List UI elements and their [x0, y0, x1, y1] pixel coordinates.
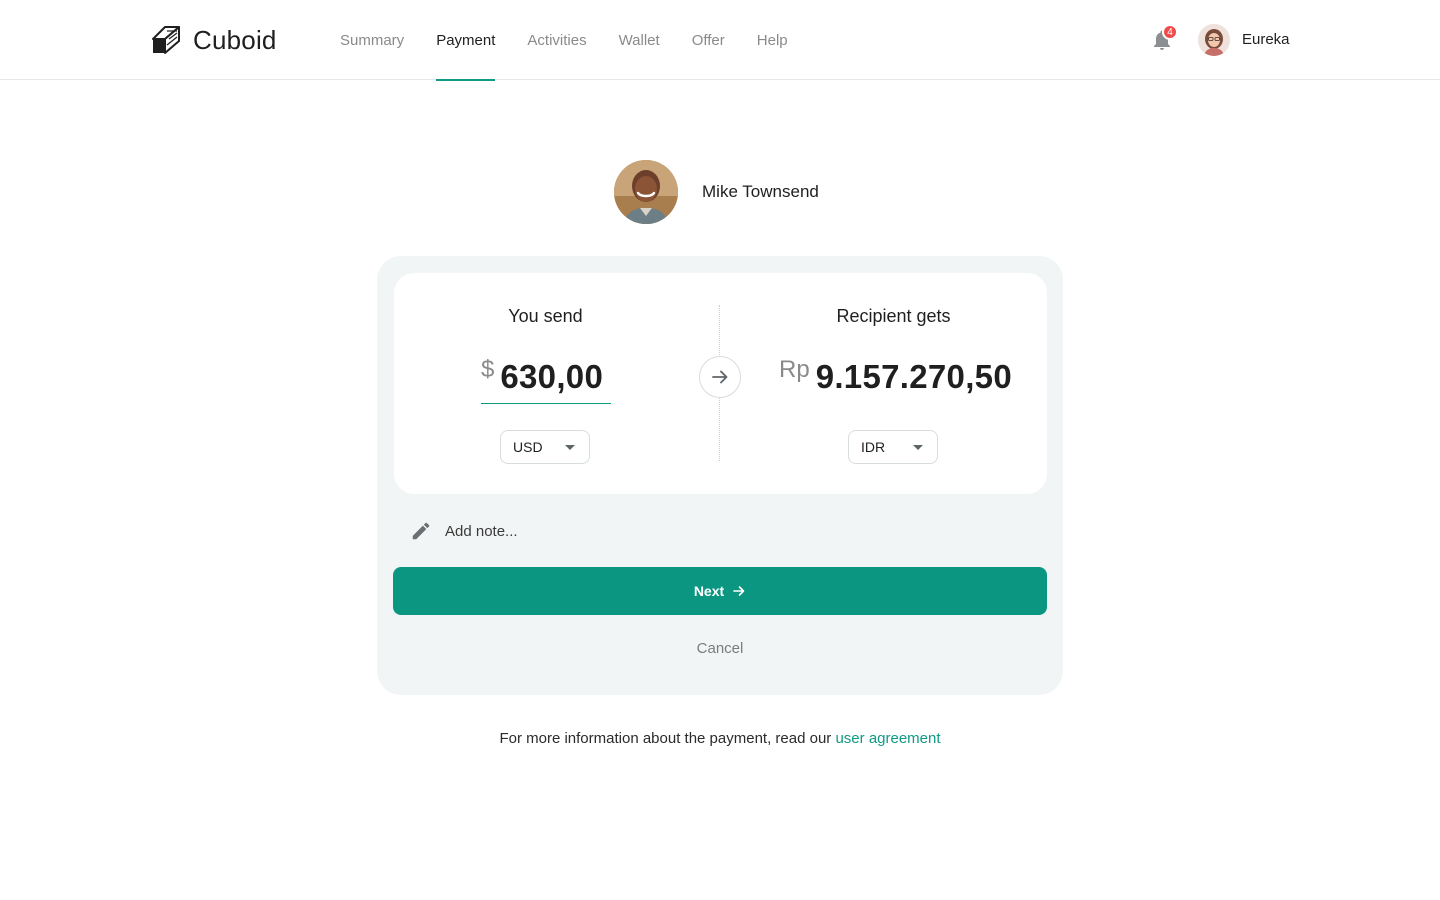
- notification-badge: 4: [1162, 24, 1178, 40]
- receive-title: Recipient gets: [836, 306, 951, 326]
- nav-item-payment[interactable]: Payment: [436, 0, 496, 81]
- next-button-label: Next: [693, 583, 725, 599]
- recipient-avatar: [614, 160, 678, 224]
- user-avatar[interactable]: [1198, 24, 1230, 56]
- receive-amount: Rp 9.157.270,50: [779, 356, 1012, 396]
- recipient-avatar-image: [614, 160, 678, 224]
- payment-info-note: For more information about the payment, …: [0, 730, 1440, 747]
- nav-item-help[interactable]: Help: [757, 0, 788, 80]
- recipient-name: Mike Townsend: [702, 182, 819, 201]
- receive-amount-value: 9.157.270,50: [815, 358, 1012, 395]
- send-amount-input[interactable]: $ 630,00: [481, 356, 611, 404]
- chevron-down-icon: [565, 445, 575, 450]
- chevron-down-icon: [913, 445, 923, 450]
- pencil-icon: [412, 522, 430, 540]
- arrow-right-icon: [733, 586, 745, 596]
- next-button[interactable]: Next: [393, 567, 1047, 615]
- send-currency-value: USD: [513, 439, 543, 455]
- nav-item-summary[interactable]: Summary: [340, 0, 404, 80]
- arrow-right-icon: [712, 370, 728, 384]
- receive-currency-value: IDR: [861, 439, 886, 455]
- send-amount-value: 630,00: [500, 358, 604, 395]
- payment-info-text: For more information about the payment, …: [499, 730, 836, 747]
- send-currency-select[interactable]: USD: [500, 430, 590, 464]
- nav-item-activities[interactable]: Activities: [527, 0, 586, 80]
- nav-item-offer[interactable]: Offer: [692, 0, 725, 80]
- top-navigation-bar: Cuboid Summary Payment Activities Wallet…: [0, 0, 1440, 81]
- user-avatar-image: [1198, 24, 1230, 56]
- nav-item-wallet[interactable]: Wallet: [619, 0, 660, 80]
- receive-currency-select[interactable]: IDR: [848, 430, 938, 464]
- add-note-placeholder: Add note...: [445, 522, 518, 540]
- brand-logo[interactable]: Cuboid: [151, 24, 277, 56]
- send-title: You send: [508, 306, 583, 326]
- user-name[interactable]: Eureka: [1242, 31, 1290, 48]
- recipient-info: Mike Townsend: [614, 160, 819, 224]
- cancel-button[interactable]: Cancel: [620, 640, 820, 657]
- swap-button[interactable]: [699, 356, 741, 398]
- add-note-field[interactable]: Add note...: [410, 520, 518, 542]
- receive-currency-symbol: Rp: [779, 356, 810, 383]
- brand-name: Cuboid: [193, 24, 277, 55]
- send-currency-symbol: $: [481, 356, 495, 383]
- user-agreement-link[interactable]: user agreement: [835, 730, 940, 747]
- cube-logo-icon: [152, 26, 180, 54]
- main-nav: Summary Payment Activities Wallet Offer …: [340, 0, 820, 81]
